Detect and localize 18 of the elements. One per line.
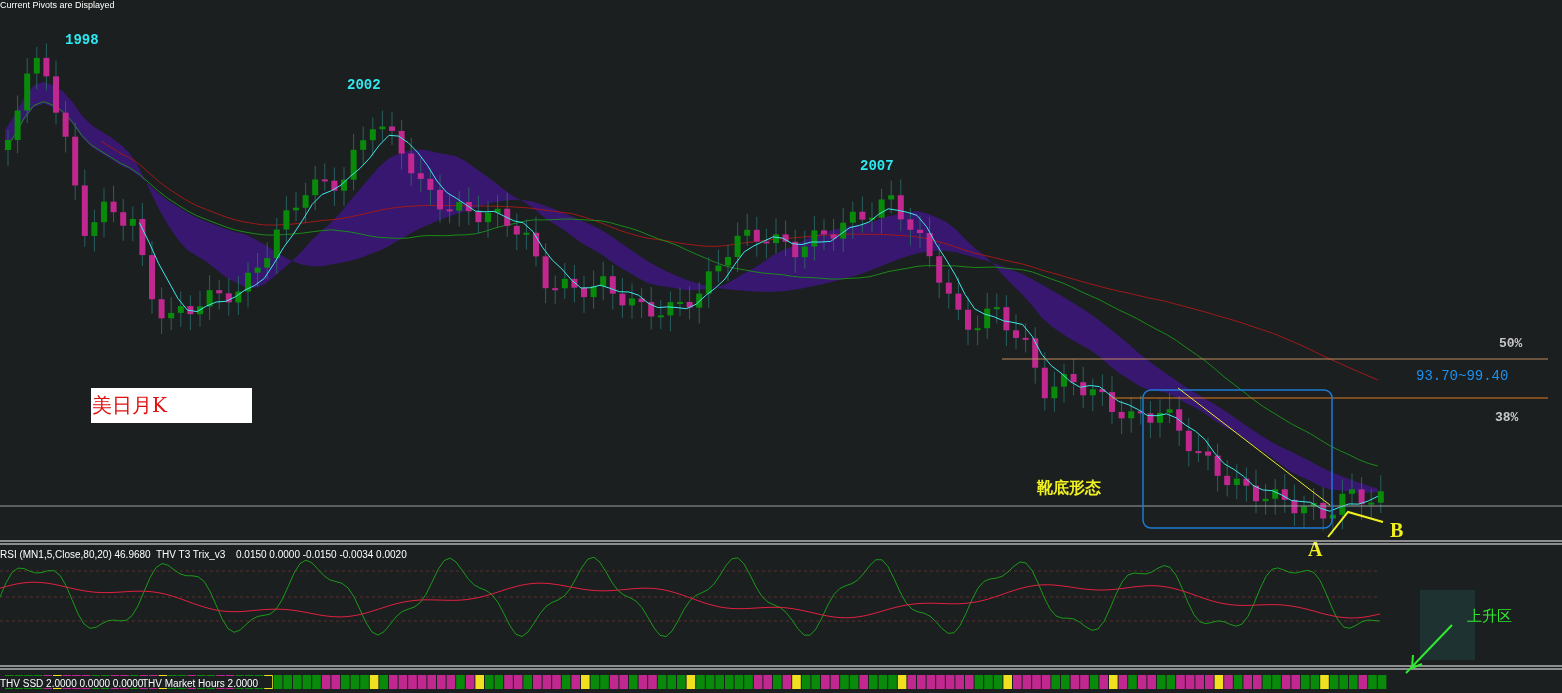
level-label: 38%	[1495, 410, 1519, 425]
year-label: 1998	[65, 32, 99, 48]
point-label: B	[1390, 519, 1404, 541]
point-label: A	[1308, 538, 1323, 560]
zone-label: 上升区	[1467, 607, 1512, 624]
indicator-legend: THV Market Hours 2.0000	[142, 678, 259, 689]
chart-caption: 美日月K	[92, 393, 167, 417]
indicator-legend: THV SSD 2.0000 0.0000 0.0000	[0, 678, 144, 689]
indicator-values: 0.0150 0.0000 -0.0150 -0.0034 0.0020	[236, 549, 407, 560]
year-label: 2007	[860, 158, 894, 174]
indicator-legend: RSI (MN1,5,Close,80,20) 46.9680	[0, 549, 151, 560]
level-label: 50%	[1499, 336, 1523, 351]
zigzag-line	[1327, 510, 1384, 538]
pattern-label: 靴底形态	[1037, 479, 1101, 496]
chart-title: Current Pivots are Displayed	[0, 0, 115, 10]
indicator-legend: THV T3 Trix_v3	[156, 549, 226, 560]
target-range-label: 93.70~99.40	[1416, 368, 1509, 384]
year-label: 2002	[347, 77, 381, 93]
